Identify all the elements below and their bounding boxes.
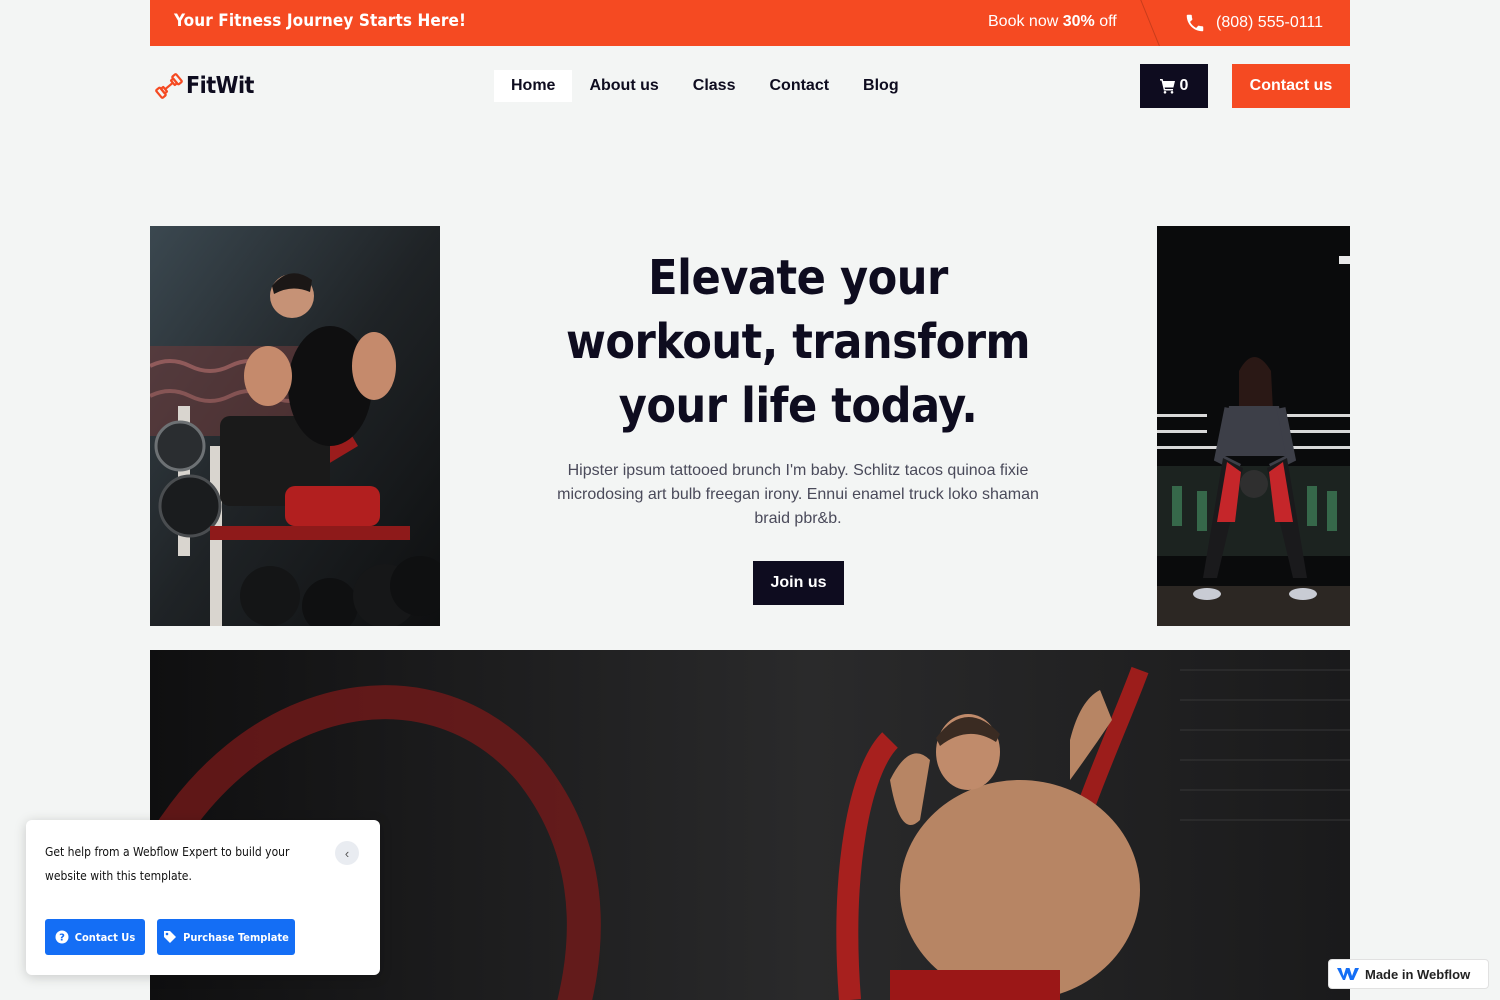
cart-button[interactable]: 0 xyxy=(1140,64,1208,108)
help-contact-label: Contact Us xyxy=(74,930,136,944)
webflow-logo-icon xyxy=(1337,968,1359,980)
brand-logo[interactable]: FitWit xyxy=(154,70,254,102)
cart-icon xyxy=(1159,79,1175,94)
phone-link[interactable]: (808) 555-0111 xyxy=(1184,12,1323,34)
gym-woman-photo xyxy=(1157,226,1350,626)
purchase-template-button[interactable]: Purchase Template xyxy=(157,919,295,955)
made-in-webflow-badge[interactable]: Made in Webflow xyxy=(1328,959,1489,989)
webflow-help-popup: Get help from a Webflow Expert to build … xyxy=(26,820,380,975)
phone-number: (808) 555-0111 xyxy=(1216,14,1324,31)
question-circle-icon: ? xyxy=(55,930,69,944)
hero-description: Hipster ipsum tattooed brunch I'm baby. … xyxy=(557,462,1039,527)
offer-prefix: Book now xyxy=(988,13,1063,30)
nav-item-blog[interactable]: Blog xyxy=(846,70,916,102)
dumbbell-icon xyxy=(155,73,183,99)
hero-image-left xyxy=(150,226,440,626)
announcement-tagline: Your Fitness Journey Starts Here! xyxy=(174,11,467,31)
chevron-left-icon: ‹ xyxy=(344,845,350,861)
purchase-template-label: Purchase Template xyxy=(183,930,289,944)
announcement-bar: Your Fitness Journey Starts Here! Book n… xyxy=(150,0,1350,46)
nav-item-home[interactable]: Home xyxy=(494,70,573,102)
cart-count: 0 xyxy=(1179,77,1189,94)
svg-text:?: ? xyxy=(59,933,65,944)
contact-us-button[interactable]: Contact us xyxy=(1232,64,1350,108)
help-contact-button[interactable]: ? Contact Us xyxy=(45,919,145,955)
brand-name: FitWit xyxy=(186,73,254,99)
main-nav: Home About us Class Contact Blog xyxy=(494,70,916,102)
booking-offer[interactable]: Book now 30% off xyxy=(988,13,1117,31)
gym-man-photo xyxy=(150,226,440,626)
phone-icon xyxy=(1186,14,1204,32)
offer-discount: 30% xyxy=(1062,13,1095,30)
topbar-divider xyxy=(1138,0,1163,46)
hero-title: Elevate your workout, transform your lif… xyxy=(565,250,1031,434)
hero-image-right xyxy=(1157,226,1350,626)
join-us-button[interactable]: Join us xyxy=(753,561,844,605)
tag-icon xyxy=(164,931,177,943)
nav-item-contact[interactable]: Contact xyxy=(752,70,846,102)
made-in-webflow-label: Made in Webflow xyxy=(1365,966,1471,982)
collapse-popup-button[interactable]: ‹ xyxy=(335,841,359,865)
offer-suffix: off xyxy=(1094,13,1117,30)
nav-item-about[interactable]: About us xyxy=(572,70,675,102)
help-popup-text: Get help from a Webflow Expert to build … xyxy=(45,845,290,883)
nav-item-class[interactable]: Class xyxy=(676,70,753,102)
